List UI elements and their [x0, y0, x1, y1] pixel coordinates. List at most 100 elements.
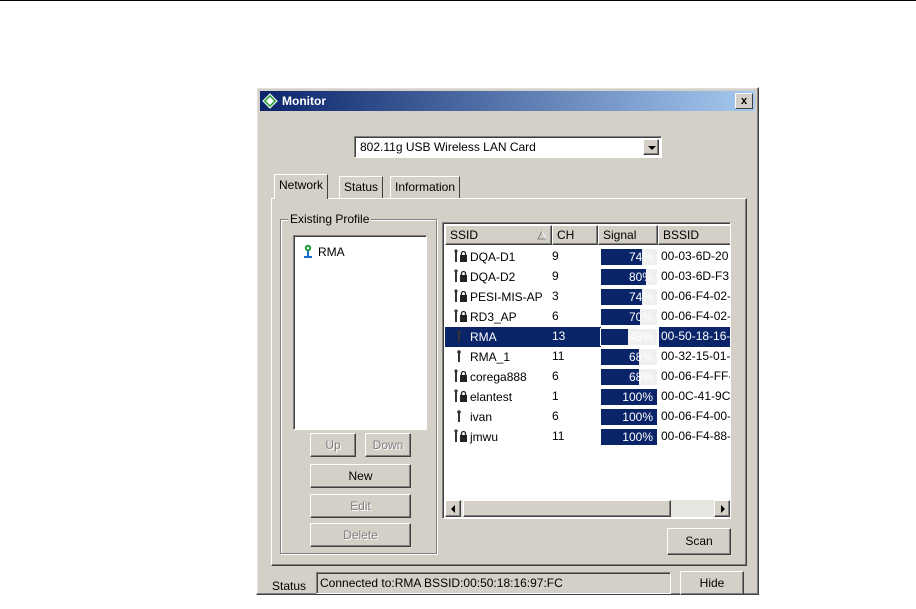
table-row[interactable]: ivan 6 100% 00-06-F4-00-	[445, 407, 731, 427]
channel-cell: 9	[552, 249, 559, 263]
up-button[interactable]: Up	[310, 433, 356, 457]
bssid-cell: 00-03-6D-20	[661, 249, 729, 263]
bssid-cell: 00-0C-41-9C	[661, 389, 731, 403]
channel-cell: 11	[552, 349, 565, 363]
signal-fill	[601, 329, 628, 345]
secured-ap-icon	[454, 389, 467, 402]
ssid-text: jmwu	[470, 430, 499, 444]
ssid-cell: RMA	[453, 329, 497, 344]
adapter-dropdown[interactable]: 802.11g USB Wireless LAN Card	[354, 136, 662, 158]
table-row[interactable]: jmwu 11 100% 00-06-F4-88-	[445, 427, 731, 447]
bssid-header-label: BSSID	[663, 228, 700, 242]
ssid-text: PESI-MIS-AP	[470, 290, 543, 304]
table-row[interactable]: RMA 13 48% 00-50-18-16-	[445, 327, 731, 347]
down-button[interactable]: Down	[365, 433, 411, 457]
table-row[interactable]: RD3_AP 6 70% 00-06-F4-02-	[445, 307, 730, 327]
signal-percent: 100%	[622, 410, 653, 424]
scan-button[interactable]: Scan	[667, 528, 731, 555]
channel-cell: 1	[552, 389, 559, 403]
tab-network[interactable]: Network	[274, 174, 329, 199]
tab-status-label: Status	[344, 180, 379, 194]
channel-cell: 11	[552, 429, 565, 443]
signal-percent: 74%	[628, 250, 653, 264]
tab-information-label: Information	[395, 180, 456, 194]
signal-bar: 48%	[600, 328, 658, 346]
ssid-text: RD3_AP	[470, 310, 517, 324]
bssid-cell: 00-06-F4-00-	[661, 409, 731, 423]
delete-profile-button[interactable]: Delete	[310, 523, 411, 547]
ssid-cell: elantest	[453, 389, 512, 404]
signal-bar: 100%	[600, 388, 658, 406]
ssid-text: DQA-D1	[470, 250, 516, 264]
title-bar[interactable]: Monitor x	[260, 91, 755, 111]
column-header-ch[interactable]: CH	[552, 225, 598, 245]
column-header-bssid[interactable]: BSSID	[658, 225, 730, 245]
tab-network-label: Network	[279, 178, 324, 192]
scroll-left-button[interactable]	[445, 500, 461, 517]
network-list-header: SSID CH Signal BSSID	[445, 225, 730, 245]
table-row[interactable]: DQA-D1 9 74% 00-03-6D-20	[445, 247, 730, 267]
dropdown-arrow-button[interactable]	[643, 139, 659, 155]
status-label: Status	[272, 579, 307, 593]
network-list[interactable]: SSID CH Signal BSSID DQA-D1 9 74% 00-03-6D-…	[442, 222, 731, 519]
close-button[interactable]: x	[735, 93, 753, 109]
bssid-cell: 00-50-18-16-	[661, 329, 731, 343]
profile-list[interactable]: RMA	[293, 235, 427, 430]
table-row[interactable]: PESI-MIS-AP 3 74% 00-06-F4-02-	[445, 287, 731, 307]
signal-percent: 100%	[622, 390, 653, 404]
channel-cell: 3	[552, 289, 559, 303]
signal-bar: 68%	[600, 368, 658, 386]
open-ap-icon	[457, 330, 461, 342]
table-row[interactable]: corega888 6 68% 00-06-F4-FF-	[445, 367, 731, 387]
signal-bar: 80%	[600, 268, 658, 286]
profile-item[interactable]: RMA	[302, 244, 345, 259]
secured-ap-icon	[454, 369, 467, 382]
signal-percent: 70%	[628, 310, 653, 324]
new-profile-button[interactable]: New	[310, 464, 411, 488]
column-header-signal[interactable]: Signal	[598, 225, 658, 245]
column-header-ssid[interactable]: SSID	[445, 225, 552, 245]
bssid-cell: 00-06-F4-02-	[661, 289, 731, 303]
sort-ascending-icon	[537, 230, 547, 240]
scroll-right-button[interactable]	[714, 500, 730, 517]
ch-header-label: CH	[557, 228, 575, 242]
bssid-cell: 00-32-15-01-	[661, 349, 731, 363]
tab-information[interactable]: Information	[390, 176, 461, 198]
tab-status[interactable]: Status	[339, 176, 384, 198]
signal-header-label: Signal	[603, 228, 637, 242]
ssid-cell: RMA_1	[453, 349, 510, 364]
secured-ap-icon	[454, 309, 467, 322]
table-row[interactable]: DQA-D2 9 80% 00-03-6D-F3	[445, 267, 730, 287]
channel-cell: 13	[552, 329, 566, 343]
horizontal-scrollbar[interactable]	[445, 500, 730, 517]
bssid-cell: 00-06-F4-88-	[661, 429, 731, 443]
signal-percent: 48%	[628, 330, 653, 344]
signal-bar: 68%	[600, 348, 658, 366]
channel-cell: 9	[552, 269, 559, 283]
ssid-cell: ivan	[453, 409, 492, 424]
existing-profile-label: Existing Profile	[288, 212, 372, 226]
page-top-rule	[0, 0, 916, 1]
signal-percent: 68%	[628, 350, 653, 364]
bssid-cell: 00-06-F4-FF-	[661, 369, 731, 383]
edit-profile-button[interactable]: Edit	[310, 494, 411, 518]
table-row[interactable]: elantest 1 100% 00-0C-41-9C	[445, 387, 731, 407]
ssid-cell: DQA-D1	[453, 249, 515, 264]
open-ap-icon	[457, 350, 461, 362]
secured-ap-icon	[454, 269, 467, 282]
ssid-text: corega888	[470, 370, 527, 384]
scroll-thumb[interactable]	[463, 500, 671, 517]
table-row[interactable]: RMA_1 11 68% 00-32-15-01-	[445, 347, 731, 367]
signal-bar: 70%	[600, 308, 658, 326]
ssid-cell: PESI-MIS-AP	[453, 289, 543, 304]
signal-percent: 80%	[628, 270, 653, 284]
channel-cell: 6	[552, 369, 559, 383]
signal-bar: 74%	[600, 288, 658, 306]
open-ap-icon	[457, 410, 461, 422]
ssid-text: ivan	[470, 410, 493, 424]
monitor-window: Monitor x 802.11g USB Wireless LAN Card …	[256, 87, 759, 595]
channel-cell: 6	[552, 409, 559, 423]
status-text: Connected to:RMA BSSID:00:50:18:16:97:FC	[320, 576, 563, 590]
hide-button[interactable]: Hide	[680, 571, 744, 595]
ssid-text: RMA_1	[470, 350, 511, 364]
